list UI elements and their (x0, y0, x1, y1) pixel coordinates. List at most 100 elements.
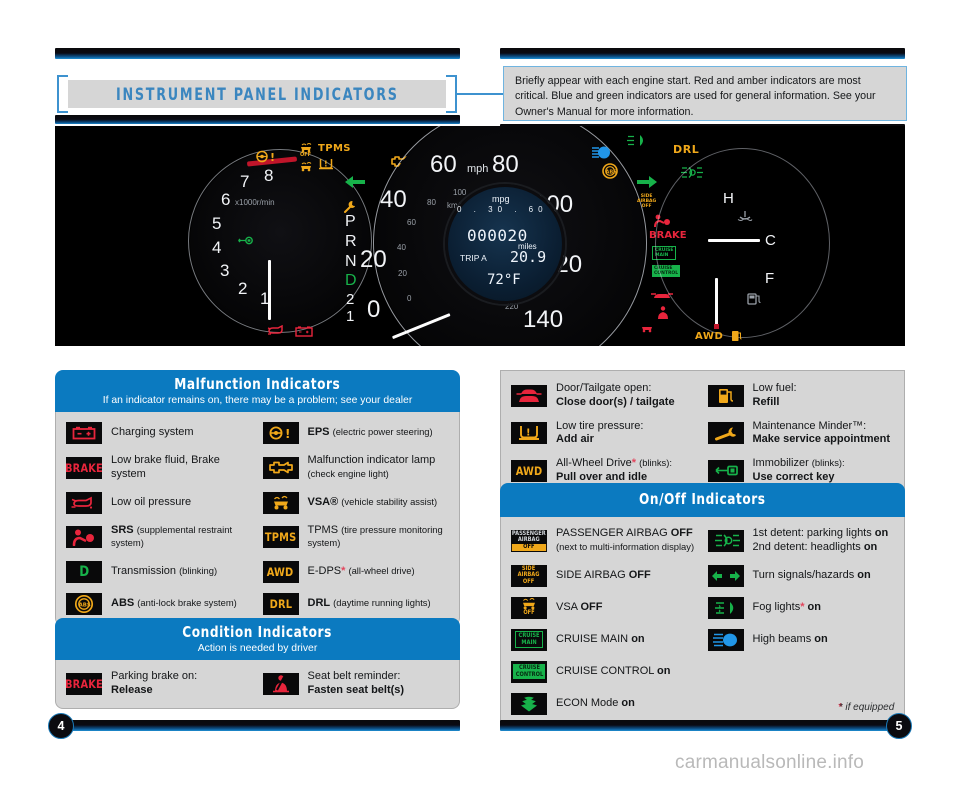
list-item[interactable]: OFF VSA OFF (511, 596, 700, 619)
tach-tick-6: 6 (221, 190, 231, 209)
list-item[interactable]: Charging system (66, 422, 255, 444)
list-item[interactable]: ! Low tire pressure: Add air (511, 420, 700, 448)
item-label-bold: on (814, 632, 828, 645)
item-label: E-DPS (307, 565, 342, 578)
onoff-indicators-panel: On/Off Indicators PASSENGER AIRBAG OFF P… (500, 483, 905, 730)
coolant-temp-symbol (737, 211, 753, 221)
item-label: Turn signals/hazards (752, 568, 858, 581)
turn-signal-left-cluster-icon (345, 176, 365, 188)
gear-1: 1 (346, 308, 355, 325)
badge-text: BRAKE (66, 676, 102, 691)
list-item[interactable]: Malfunction indicator lamp (check engine… (262, 454, 452, 482)
gear-r: R (345, 233, 357, 250)
footnote-star: * (341, 565, 346, 578)
tach-tick-8: 8 (264, 166, 274, 185)
item-label: PASSENGER AIRBAG (556, 527, 671, 539)
item-note: (next to multi-information display) (556, 540, 695, 552)
svg-text:ABS: ABS (606, 170, 618, 176)
list-item[interactable]: Seat belt reminder: Fasten seat belt(s) (262, 670, 452, 698)
kmh-tick-60: 60 (407, 218, 416, 227)
under-title-rule-left (55, 115, 460, 124)
immobilizer-key-icon (707, 459, 744, 482)
turn-signal-right-cluster-icon (637, 176, 657, 188)
temp-fuel-gauge-arc (655, 148, 830, 338)
malfunction-subtitle: If an indicator remains on, there may be… (102, 395, 413, 406)
badge-text: TPMS (264, 530, 297, 545)
vsa-bottom-cluster-icon (642, 327, 652, 333)
item-line2-bold: on (863, 540, 878, 553)
page-number-right: 5 (886, 713, 912, 739)
item-line1: 1st detent: parking lights (752, 527, 875, 539)
mid-mpg-label: mpg (492, 194, 510, 204)
list-item[interactable]: BRAKE Low brake fluid, Brake system (66, 454, 255, 482)
item-label: Fog lights (752, 600, 801, 613)
list-item[interactable]: CRUISE CONTROL CRUISE CONTROL on (511, 660, 700, 683)
fuel-needle-tip (714, 324, 719, 329)
side-airbag-off-cluster-label: SIDE AIRBAG OFF (637, 194, 657, 209)
list-item[interactable]: VSA® (vehicle stability assist) (262, 491, 452, 514)
list-item[interactable]: Turn signals/hazards on (707, 564, 897, 587)
eps-icon: ! (262, 422, 299, 444)
footnote-star: * (631, 457, 637, 469)
list-item[interactable]: TPMS TPMS (tire pressure monitoring syst… (262, 524, 452, 552)
list-item[interactable]: SIDE AIRBAG OFF SIDE AIRBAG OFF (511, 564, 700, 587)
outside-temperature: 72°F (487, 272, 521, 288)
badge-text: D (78, 564, 90, 580)
item-line2: Fasten seat belt(s) (307, 683, 405, 696)
item-label: ABS (111, 597, 135, 610)
list-item[interactable]: Immobilizer (blinks): Use correct key (707, 457, 897, 485)
list-item[interactable]: Door/Tailgate open: Close door(s) / tail… (511, 382, 700, 410)
malfunction-indicators-panel: Malfunction Indicators If an indicator r… (55, 370, 460, 626)
list-item[interactable]: High beams on (707, 628, 897, 651)
list-item[interactable]: CRUISE MAIN CRUISE MAIN on (511, 628, 700, 651)
list-item[interactable]: AWD All-Wheel Drive* (blinks): Pull over… (511, 457, 700, 485)
list-item[interactable]: Low fuel: Refill (707, 382, 897, 410)
list-item[interactable]: ! EPS (electric power steering) (262, 422, 452, 444)
speed-tick-20: 20 (360, 246, 387, 273)
item-line2: Release (111, 683, 153, 696)
list-item[interactable]: ABS ABS (anti-lock brake system) (66, 593, 255, 615)
if-equipped-footnote: * * if equipped (838, 702, 894, 713)
low-fuel-icon (707, 384, 744, 407)
mid-mpg-scale: 0 . 30 . 60 (457, 205, 548, 214)
list-item[interactable]: ECON Mode on (511, 692, 700, 715)
item-line2: Add air (556, 433, 594, 446)
awd-icon: AWD (262, 561, 299, 583)
item-label: ECON Mode (556, 696, 622, 709)
badge-line-2: CONTROL (515, 670, 543, 678)
onoff-title: On/Off Indicators (639, 490, 766, 508)
item-label-bold: on (804, 600, 821, 613)
high-beam-cluster-icon (592, 146, 610, 159)
list-item[interactable]: D Transmission (blinking) (66, 561, 255, 583)
econ-mode-icon (511, 692, 547, 715)
wrench-icon (707, 422, 744, 445)
abs-cluster-icon: ABS (602, 163, 618, 179)
site-watermark: carmanualsonline.info (675, 752, 865, 773)
tach-tick-5: 5 (212, 214, 222, 233)
tach-tick-3: 3 (220, 261, 230, 280)
eps-steering-cluster-icon: ! (256, 150, 275, 163)
parking-headlight-icon (707, 529, 744, 552)
charging-system-cluster-icon (295, 326, 313, 337)
list-item[interactable]: DRL DRL (daytime running lights) (262, 593, 452, 615)
speed-unit-mph: mph (467, 163, 489, 175)
list-item[interactable]: BRAKE Parking brake on: Release (66, 670, 255, 698)
onoff-grid-spacer (708, 661, 897, 693)
list-item[interactable]: 1st detent: parking lights on 2nd detent… (707, 527, 897, 555)
kmh-tick-80: 80 (427, 198, 436, 207)
list-item[interactable]: Low oil pressure (66, 491, 255, 514)
item-line2: Use correct key (752, 470, 835, 483)
badge-tag: OFF (512, 544, 546, 551)
transmission-d-icon: D (66, 561, 102, 583)
item-label: Charging system (111, 426, 194, 439)
list-item[interactable]: AWD E-DPS* (all-wheel drive) (262, 561, 452, 583)
check-engine-icon (262, 456, 299, 479)
list-item[interactable]: PASSENGER AIRBAG OFF PASSENGER AIRBAG OF… (511, 527, 700, 555)
item-note: (electric power steering) (332, 426, 433, 438)
list-item[interactable]: SRS (supplemental restraint system) (66, 524, 255, 552)
list-item[interactable]: Fog lights* on (707, 596, 897, 619)
oil-pressure-cluster-icon (267, 325, 283, 335)
item-line1-bold: on (874, 527, 889, 539)
item-line2: Refill (752, 395, 780, 408)
list-item[interactable]: Maintenance Minder™: Make service appoin… (707, 420, 897, 448)
